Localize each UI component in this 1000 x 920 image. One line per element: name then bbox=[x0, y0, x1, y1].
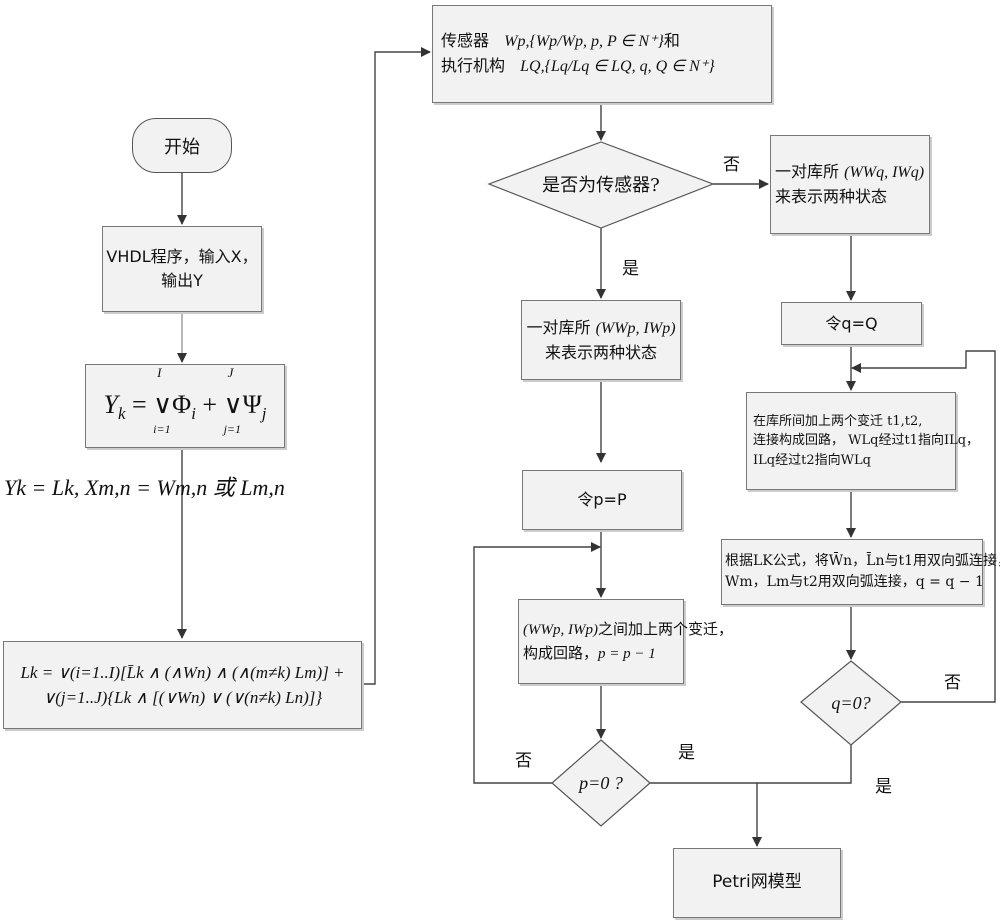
right-place-pair-text: 一对库所 bbox=[775, 162, 840, 181]
yk-formula-box: Yk = I ∨ i=1 Φi + J ∨ j=1 Ψj bbox=[85, 364, 285, 448]
set-q-box: 令q=Q bbox=[781, 302, 922, 345]
loop-math: (WWp, IWp) bbox=[523, 622, 598, 638]
loop-decrement: p = p − 1 bbox=[598, 645, 656, 662]
label-no-q: 否 bbox=[944, 673, 961, 693]
transitions-line-3: ILq经过t2指向WLq bbox=[753, 452, 871, 468]
arrow-q-yes bbox=[757, 745, 852, 784]
left-place-pair-math: (WWp, IWp) bbox=[595, 319, 676, 337]
yk-upper-1: I bbox=[157, 365, 162, 381]
right-place-pair-box: 一对库所 (WWq, IWq) 来表示两种状态 bbox=[770, 135, 930, 234]
set-p-box: 令p=P bbox=[522, 470, 682, 530]
left-place-pair-box: 一对库所 (WWp, IWp) 来表示两种状态 bbox=[521, 300, 681, 380]
petri-model-box: Petri网模型 bbox=[673, 848, 841, 918]
connect-line-2: Wm，Lm与t2用双向弧连接，q = q − 1 bbox=[725, 574, 984, 590]
transitions-line-2: 连接构成回路， WLq经过t1指向ILq， bbox=[753, 433, 980, 449]
connect-line-1: 根据LK公式，将W̄n，L̄n与t1用双向弧连接， bbox=[725, 553, 1000, 569]
right-place-pair-line-2: 来表示两种状态 bbox=[775, 187, 888, 206]
sensor-math: Wp,{Wp/Wp, p, P ∈ N⁺} bbox=[504, 33, 664, 50]
decision-q-label: q=0? bbox=[831, 692, 871, 713]
yk-phi: Φ bbox=[172, 390, 192, 420]
right-place-pair-math: (WWq, IWq) bbox=[844, 164, 925, 181]
vhdl-line-1: VHDL程序，输入X， bbox=[106, 247, 258, 266]
label-no-p: 否 bbox=[515, 751, 532, 771]
yk-or-1: ∨ bbox=[153, 390, 173, 420]
yk-lower-1: i=1 bbox=[153, 422, 171, 437]
set-q-label: 令q=Q bbox=[825, 313, 878, 333]
left-loop-box: (WWp, IWp)之间加上两个变迁， 构成回路，p = p − 1 bbox=[518, 599, 733, 684]
yk-upper-2: J bbox=[227, 365, 234, 381]
loop-text-1: 之间加上两个变迁， bbox=[597, 620, 733, 638]
left-place-pair-line-2: 来表示两种状态 bbox=[544, 342, 657, 362]
arrow-p-yes bbox=[650, 782, 762, 847]
right-connect-box: 根据LK公式，将W̄n，L̄n与t1用双向弧连接， Wm，Lm与t2用双向弧连接… bbox=[721, 539, 1000, 605]
arrow-lk-to-sensor bbox=[362, 47, 431, 685]
set-p-label: 令p=P bbox=[577, 490, 627, 509]
sensor-label: 传感器 bbox=[441, 31, 490, 50]
label-yes-q: 是 bbox=[875, 777, 892, 797]
start-label: 开始 bbox=[164, 136, 200, 158]
side-formula: Yk = Lk, Xm,n = Wm,n 或 Lm,n bbox=[4, 475, 285, 500]
actuator-math: LQ,{Lq/Lq ∈ LQ, q, Q ∈ N⁺} bbox=[520, 58, 715, 75]
start-terminal: 开始 bbox=[132, 118, 232, 173]
label-no-sensor: 否 bbox=[723, 155, 740, 175]
transitions-line-1: 在库所间加上两个变迁 t1,t2, bbox=[753, 413, 923, 429]
vhdl-process-box: VHDL程序，输入X， 输出Y bbox=[102, 226, 262, 312]
sensor-actuator-box: 传感器 Wp,{Wp/Wp, p, P ∈ N⁺}和 执行机构 LQ,{Lq/L… bbox=[432, 5, 772, 103]
yk-lhs: Yk bbox=[103, 390, 126, 424]
lk-formula: Lk = ∨(i=1..I)[L̄k ∧ (∧Wn) ∧ (∧(m≠k) Lm)… bbox=[20, 662, 345, 708]
yk-lower-2: j=1 bbox=[223, 422, 241, 437]
left-place-pair-text: 一对库所 bbox=[526, 317, 591, 337]
decision-sensor-label: 是否为传感器? bbox=[542, 175, 660, 196]
sensor-suffix: 和 bbox=[663, 31, 680, 50]
vhdl-line-2: 输出Y bbox=[161, 271, 203, 290]
yk-or-2: ∨ bbox=[223, 390, 243, 420]
loop-text-2: 构成回路， bbox=[523, 643, 599, 662]
petri-model-label: Petri网模型 bbox=[712, 872, 802, 893]
label-yes-sensor: 是 bbox=[622, 259, 639, 279]
decision-p-label: p=0 ? bbox=[579, 772, 623, 793]
right-transitions-box: 在库所间加上两个变迁 t1,t2, 连接构成回路， WLq经过t1指向ILq， … bbox=[746, 392, 979, 490]
label-yes-p: 是 bbox=[678, 743, 695, 763]
actuator-label: 执行机构 bbox=[441, 56, 506, 75]
lk-formula-box: Lk = ∨(i=1..I)[L̄k ∧ (∧Wn) ∧ (∧(m≠k) Lm)… bbox=[3, 641, 362, 729]
yk-psi: Ψ bbox=[242, 390, 262, 420]
